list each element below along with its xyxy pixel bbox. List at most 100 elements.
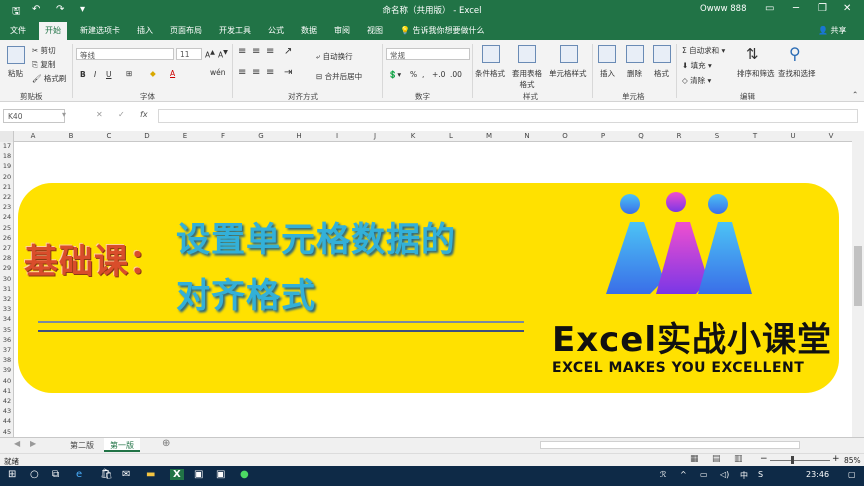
column-header[interactable]: U — [774, 132, 812, 140]
phonetic-icon[interactable]: wén — [210, 68, 226, 77]
fill-color-icon[interactable]: ◆ — [150, 69, 156, 78]
row-header[interactable]: 31 — [0, 285, 14, 293]
align-left-icon[interactable]: ≡ — [238, 67, 246, 78]
align-middle-icon[interactable]: ≡ — [252, 46, 260, 57]
conditional-format-icon[interactable] — [482, 45, 500, 63]
minimize-icon[interactable]: ─ — [793, 3, 799, 14]
column-header[interactable]: I — [318, 132, 356, 140]
insert-cells-icon[interactable] — [598, 45, 616, 63]
sheet-tab-first[interactable]: 第一版 — [104, 438, 140, 452]
task-view-icon[interactable]: ⧉ — [52, 469, 59, 480]
tab-file[interactable]: 文件 — [10, 25, 26, 36]
column-header[interactable]: C — [90, 132, 128, 140]
orientation-icon[interactable]: ↗ — [284, 46, 292, 57]
column-header[interactable]: O — [546, 132, 584, 140]
column-header[interactable]: P — [584, 132, 622, 140]
format-table-icon[interactable] — [518, 45, 536, 63]
comma-icon[interactable]: , — [422, 70, 424, 79]
file-explorer-icon[interactable]: ▬ — [146, 469, 155, 480]
increase-decimal-icon[interactable]: +.0 — [432, 70, 445, 79]
row-header[interactable]: 39 — [0, 366, 14, 374]
cell-styles-icon[interactable] — [560, 45, 578, 63]
decrease-decimal-icon[interactable]: .00 — [450, 70, 462, 79]
cancel-formula-icon[interactable]: ✕ — [96, 110, 103, 119]
column-header[interactable]: S — [698, 132, 736, 140]
row-header[interactable]: 42 — [0, 397, 14, 405]
row-header[interactable]: 29 — [0, 264, 14, 272]
vertical-scroll-thumb[interactable] — [854, 246, 862, 306]
row-header[interactable]: 25 — [0, 224, 14, 232]
enter-formula-icon[interactable]: ✓ — [118, 110, 125, 119]
search-icon[interactable]: ○ — [30, 469, 39, 480]
network-icon[interactable]: ▭ — [700, 470, 708, 479]
name-box[interactable]: K40 — [3, 109, 65, 123]
fill-button[interactable]: ⬇ 填充 ▾ — [682, 60, 712, 71]
tab-formulas[interactable]: 公式 — [268, 25, 284, 36]
normal-view-icon[interactable]: ▦ — [690, 454, 699, 464]
store-icon[interactable]: 🛍 — [100, 469, 113, 480]
column-header[interactable]: G — [242, 132, 280, 140]
grow-font-icon[interactable]: A▲ — [205, 49, 215, 60]
delete-cells-icon[interactable] — [626, 45, 644, 63]
sort-filter-button[interactable]: 排序和筛选 — [737, 68, 775, 79]
border-icon[interactable]: ⊞ — [126, 69, 132, 78]
prev-sheet-icon[interactable]: ◀ — [14, 439, 20, 448]
row-header[interactable]: 19 — [0, 162, 14, 170]
format-painter-button[interactable]: 🖌 格式刷 — [32, 73, 66, 84]
app-icon-2[interactable]: ▣ — [216, 469, 225, 480]
italic-button[interactable]: I — [94, 70, 96, 79]
add-sheet-icon[interactable]: ⊕ — [162, 438, 170, 449]
row-header[interactable]: 23 — [0, 203, 14, 211]
person-icon[interactable]: ℛ — [660, 470, 666, 479]
row-header[interactable]: 18 — [0, 152, 14, 160]
clock[interactable]: 23:46 — [806, 470, 829, 479]
merge-center-button[interactable]: ⊟ 合并后居中 — [316, 71, 362, 82]
format-cells-icon[interactable] — [653, 45, 671, 63]
align-top-icon[interactable]: ≡ — [238, 46, 246, 57]
column-header[interactable]: Q — [622, 132, 660, 140]
select-all-corner[interactable] — [0, 131, 14, 142]
insert-cells-button[interactable]: 插入 — [600, 68, 615, 79]
edge-icon[interactable]: e — [76, 469, 82, 480]
zoom-slider[interactable] — [770, 460, 830, 461]
tab-new[interactable]: 新建选项卡 — [80, 25, 120, 36]
row-header[interactable]: 32 — [0, 295, 14, 303]
paste-icon[interactable] — [7, 46, 25, 64]
share-button[interactable]: 👤 共享 — [818, 25, 847, 36]
row-header[interactable]: 24 — [0, 213, 14, 221]
zoom-out-icon[interactable]: − — [760, 454, 768, 464]
cell-styles-button[interactable]: 单元格样式 — [549, 68, 587, 79]
align-center-icon[interactable]: ≡ — [252, 67, 260, 78]
font-name-select[interactable]: 等线 — [76, 48, 174, 60]
tab-page-layout[interactable]: 页面布局 — [170, 25, 202, 36]
collapse-ribbon-icon[interactable]: ⌃ — [852, 90, 858, 99]
sheet-tab-second[interactable]: 第二版 — [64, 438, 100, 452]
row-header[interactable]: 26 — [0, 234, 14, 242]
row-header[interactable]: 36 — [0, 336, 14, 344]
shrink-font-icon[interactable]: A▼ — [218, 49, 228, 60]
tab-data[interactable]: 数据 — [301, 25, 317, 36]
row-header[interactable]: 40 — [0, 377, 14, 385]
tray-expand-icon[interactable]: ^ — [680, 470, 687, 479]
row-header[interactable]: 44 — [0, 417, 14, 425]
tab-home[interactable]: 开始 — [39, 22, 67, 40]
underline-button[interactable]: U — [106, 70, 112, 79]
close-icon[interactable]: ✕ — [843, 3, 851, 14]
find-select-button[interactable]: 查找和选择 — [778, 68, 816, 79]
notification-icon[interactable]: ▢ — [848, 470, 856, 479]
copy-button[interactable]: ⎘ 复制 — [32, 59, 55, 70]
row-header[interactable]: 38 — [0, 356, 14, 364]
zoom-in-icon[interactable]: + — [832, 454, 840, 464]
conditional-format-button[interactable]: 条件格式 — [475, 68, 505, 79]
column-header[interactable]: A — [14, 132, 52, 140]
zoom-slider-thumb[interactable] — [791, 456, 794, 464]
column-header[interactable]: R — [660, 132, 698, 140]
column-header[interactable]: V — [812, 132, 850, 140]
column-header[interactable]: L — [432, 132, 470, 140]
name-box-dropdown-icon[interactable]: ▾ — [62, 110, 66, 119]
delete-cells-button[interactable]: 删除 — [627, 68, 642, 79]
row-header[interactable]: 20 — [0, 173, 14, 181]
sort-filter-icon[interactable]: ⇅ — [746, 45, 759, 63]
cut-button[interactable]: ✂ 剪切 — [32, 45, 56, 56]
excel-taskbar-icon[interactable]: X — [170, 469, 184, 480]
